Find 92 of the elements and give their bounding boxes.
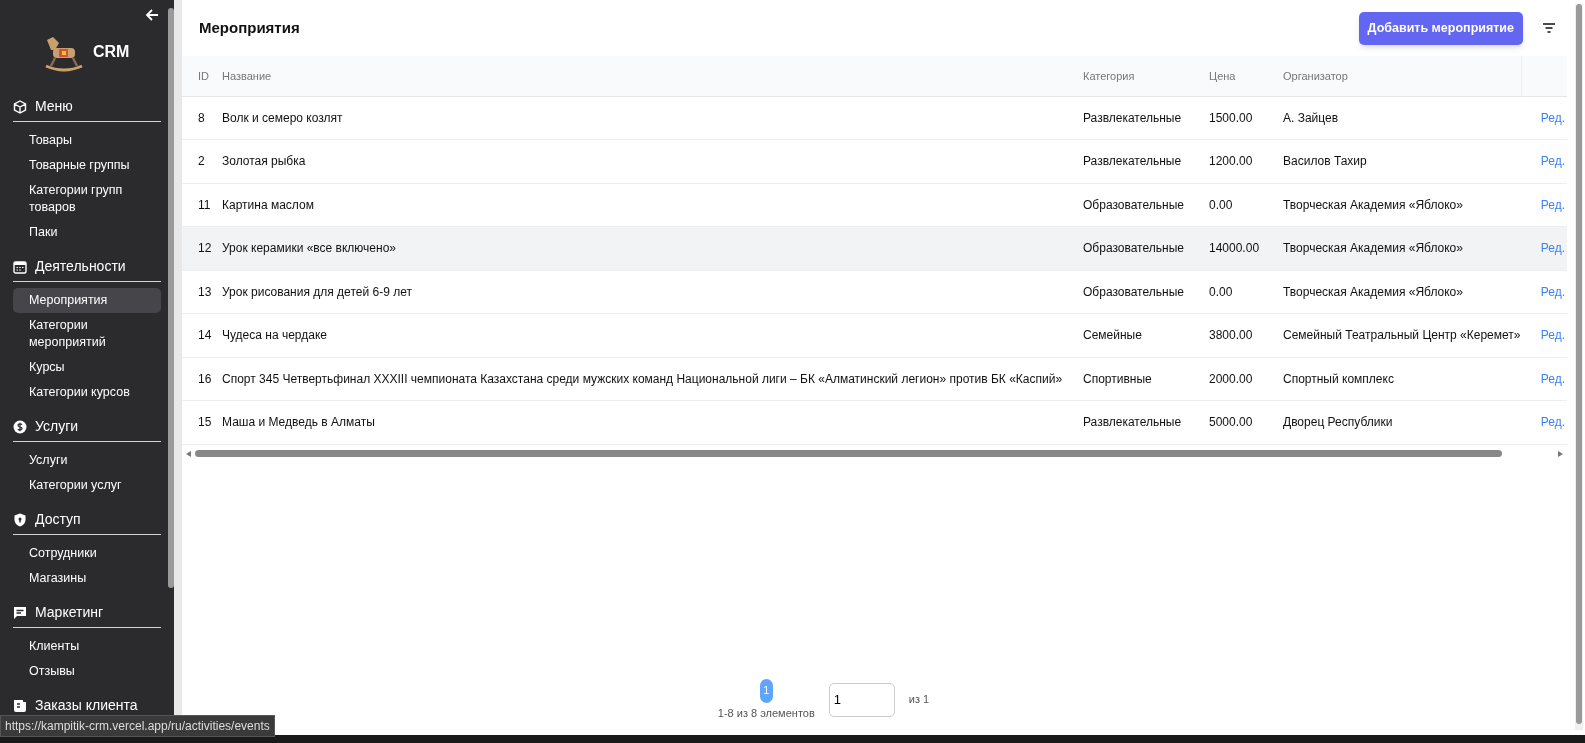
sidebar-item[interactable]: Категории мероприятий [13,313,161,355]
page-title: Мероприятия [199,17,300,38]
column-header: Организатор [1283,69,1348,82]
table-cell: А. Зайцев [1283,110,1339,125]
table-cell: Спортивные [1083,371,1152,386]
column-header: ID [198,69,209,82]
dollar-coin-icon [13,419,27,434]
cube-icon [13,99,27,114]
edit-link[interactable]: Ред. [1540,154,1565,169]
table-cell: Золотая рыбка [222,154,306,169]
table-cell: Василов Тахир [1283,154,1367,169]
calendar-icon [13,259,27,274]
table-cell: Творческая Академия «Яблоко» [1283,284,1463,299]
table-cell: Чудеса на чердаке [222,328,327,343]
table-cell: 14000.00 [1209,241,1260,256]
table-cell: Образовательные [1083,241,1184,256]
table-cell: Волк и семеро козлят [222,110,343,125]
table-cell: 0.00 [1209,197,1233,212]
sidebar-item[interactable]: Товары [13,128,161,153]
table-cell: Развлекательные [1083,415,1182,430]
horizontal-scrollbar[interactable] [195,450,1502,457]
table-cell: 5000.00 [1209,415,1253,430]
column-header: Название [222,69,272,82]
chat-icon [13,605,27,620]
vertical-scrollbar[interactable] [1576,4,1582,724]
table-cell: 2000.00 [1209,371,1253,386]
section-heading: Заказы клиента [35,696,138,715]
sidebar-item[interactable]: Мероприятия [13,288,161,313]
sidebar-item[interactable]: Категории услуг [13,473,161,498]
table-cell: 11 [198,197,211,212]
table-cell: 3800.00 [1209,328,1253,343]
table-cell: Развлекательные [1083,110,1182,125]
section-heading: Деятельности [35,257,126,276]
sidebar-item[interactable]: Услуги [13,448,161,473]
table-cell: 12 [198,241,212,256]
table-cell: Семейные [1083,328,1142,343]
table-cell: Маша и Медведь в Алматы [222,415,375,430]
table-cell: Творческая Академия «Яблоко» [1283,241,1463,256]
back-arrow-icon[interactable] [145,8,159,22]
sidebar-item[interactable]: Категории курсов [13,380,161,405]
table-cell: 8 [198,110,205,125]
section-heading: Маркетинг [35,603,104,622]
edit-link[interactable]: Ред. [1540,371,1565,386]
page-input[interactable]: 1 [828,682,895,717]
sidebar-item[interactable]: Клиенты [13,634,161,659]
scroll-right-icon[interactable] [1558,450,1563,457]
logo-text: CRM [93,42,130,62]
table-cell: 13 [198,284,212,299]
table-cell: Образовательные [1083,284,1184,299]
section-heading: Услуги [35,417,79,436]
sidebar-item[interactable]: Магазины [13,566,161,591]
add-event-button[interactable]: Добавить мероприятие [1358,11,1523,45]
table-cell: Творческая Академия «Яблоко» [1283,197,1463,212]
table-cell: 0.00 [1209,284,1233,299]
table-cell: Спортный комплекс [1283,371,1394,386]
status-url: https://kampitik-crm.vercel.app/ru/activities/events [0,715,275,737]
edit-link[interactable]: Ред. [1540,328,1565,343]
table-cell: 2 [198,154,205,169]
table-cell: Семейный Театральный Центр «Керемет» [1283,328,1521,343]
shield-icon [13,512,27,527]
table-cell: Урок керамики «все включено» [222,241,396,256]
scrollbar[interactable] [168,8,174,588]
edit-link[interactable]: Ред. [1540,110,1565,125]
table-cell: Спорт 345 Четвертьфинал XXXIII чемпионата Казахстана среди мужских команд Национальной лиги – БК «Алматинский легион» против БК «Каспий» [222,371,1063,386]
sidebar-item[interactable]: Паки [13,220,161,245]
scroll-left-icon[interactable] [186,450,191,457]
table-cell: 1200.00 [1209,154,1253,169]
table-cell: Урок рисования для детей 6-9 лет [222,284,412,299]
section-heading: Доступ [35,510,81,529]
filter-icon[interactable] [1543,23,1555,33]
sidebar-item[interactable]: Товарные группы [13,153,161,178]
table-cell: Образовательные [1083,197,1184,212]
edit-link[interactable]: Ред. [1540,284,1565,299]
page-total: из 1 [908,691,930,707]
edit-link[interactable]: Ред. [1540,415,1565,430]
column-header: Цена [1209,69,1236,82]
table-cell: 15 [198,415,212,430]
sidebar-item[interactable]: Категории групп товаров [13,178,161,220]
table-cell: Развлекательные [1083,154,1182,169]
table-cell: Картина маслом [222,197,314,212]
edit-link[interactable]: Ред. [1540,197,1565,212]
section-heading: Меню [35,97,73,116]
pagination-summary: 1-8 из 8 элементов [717,705,815,721]
table-cell: 14 [198,328,212,343]
sidebar-item[interactable]: Отзывы [13,659,161,684]
sidebar-item[interactable]: Сотрудники [13,541,161,566]
table-cell: 1500.00 [1209,110,1253,125]
table-cell: Дворец Республики [1283,415,1393,430]
table-cell: 16 [198,371,212,386]
sidebar-item[interactable]: Курсы [13,355,161,380]
column-header: Категория [1083,69,1135,82]
receipt-icon [13,698,27,713]
